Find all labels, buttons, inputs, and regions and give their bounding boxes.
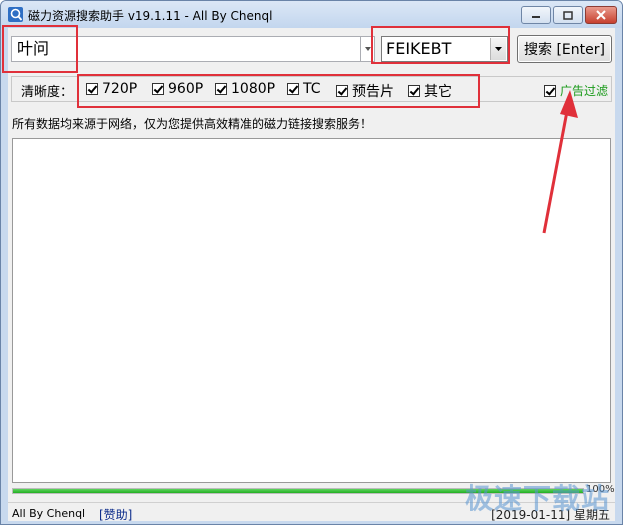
chevron-down-icon [364,47,371,51]
annotation-arrow-icon [542,90,578,234]
title-bar[interactable]: 磁力资源搜索助手 v19.1.11 - All By Chenql [1,1,622,28]
source-select[interactable]: FEIKEBT [381,36,508,62]
resolution-label: 清晰度： [21,85,74,100]
client-area: 叶问 FEIKEBT 搜索 [Enter] 清晰度： 720P 960P 108 [2,25,615,523]
resolution-filter-bar: 清晰度： 720P 960P 1080P TC 预告片 其它 广告过滤 [11,76,612,102]
checkbox-1080p[interactable]: 1080P [215,81,275,97]
minimize-icon [532,16,540,18]
checkbox-checked-icon [408,85,420,97]
status-author: All By Chenql [12,507,86,520]
window-title: 磁力资源搜索助手 v19.1.11 - All By Chenql [28,9,273,23]
notice-text: 所有数据均来源于网络，仅为您提供高效精准的磁力链接搜索服务！ [12,117,373,131]
checkbox-checked-icon [287,83,299,95]
watermark: 极速下载站 [464,482,610,515]
checkbox-checked-icon [336,85,348,97]
app-window: 磁力资源搜索助手 v19.1.11 - All By Chenql 叶问 FEI… [0,0,623,525]
search-input[interactable]: 叶问 [11,36,361,62]
search-history-dropdown[interactable] [361,36,375,62]
chevron-down-icon [495,47,502,51]
checkbox-tc[interactable]: TC [287,81,321,97]
magnet-app-icon [8,7,23,22]
maximize-icon [563,10,573,20]
donate-link[interactable]: [赞助] [99,506,132,523]
checkbox-720p[interactable]: 720P [86,81,137,97]
search-button[interactable]: 搜索 [Enter] [517,35,612,63]
checkbox-960p[interactable]: 960P [152,81,203,97]
maximize-button[interactable] [553,6,583,24]
checkbox-checked-icon [86,83,98,95]
results-list[interactable] [12,138,611,483]
close-icon [596,10,606,20]
close-button[interactable] [585,6,617,24]
source-select-arrow[interactable] [490,38,506,60]
source-select-value: FEIKEBT [386,39,452,58]
checkbox-checked-icon [152,83,164,95]
checkbox-other[interactable]: 其它 [408,81,452,101]
checkbox-checked-icon [215,83,227,95]
checkbox-trailer[interactable]: 预告片 [336,81,394,101]
minimize-button[interactable] [521,6,551,24]
